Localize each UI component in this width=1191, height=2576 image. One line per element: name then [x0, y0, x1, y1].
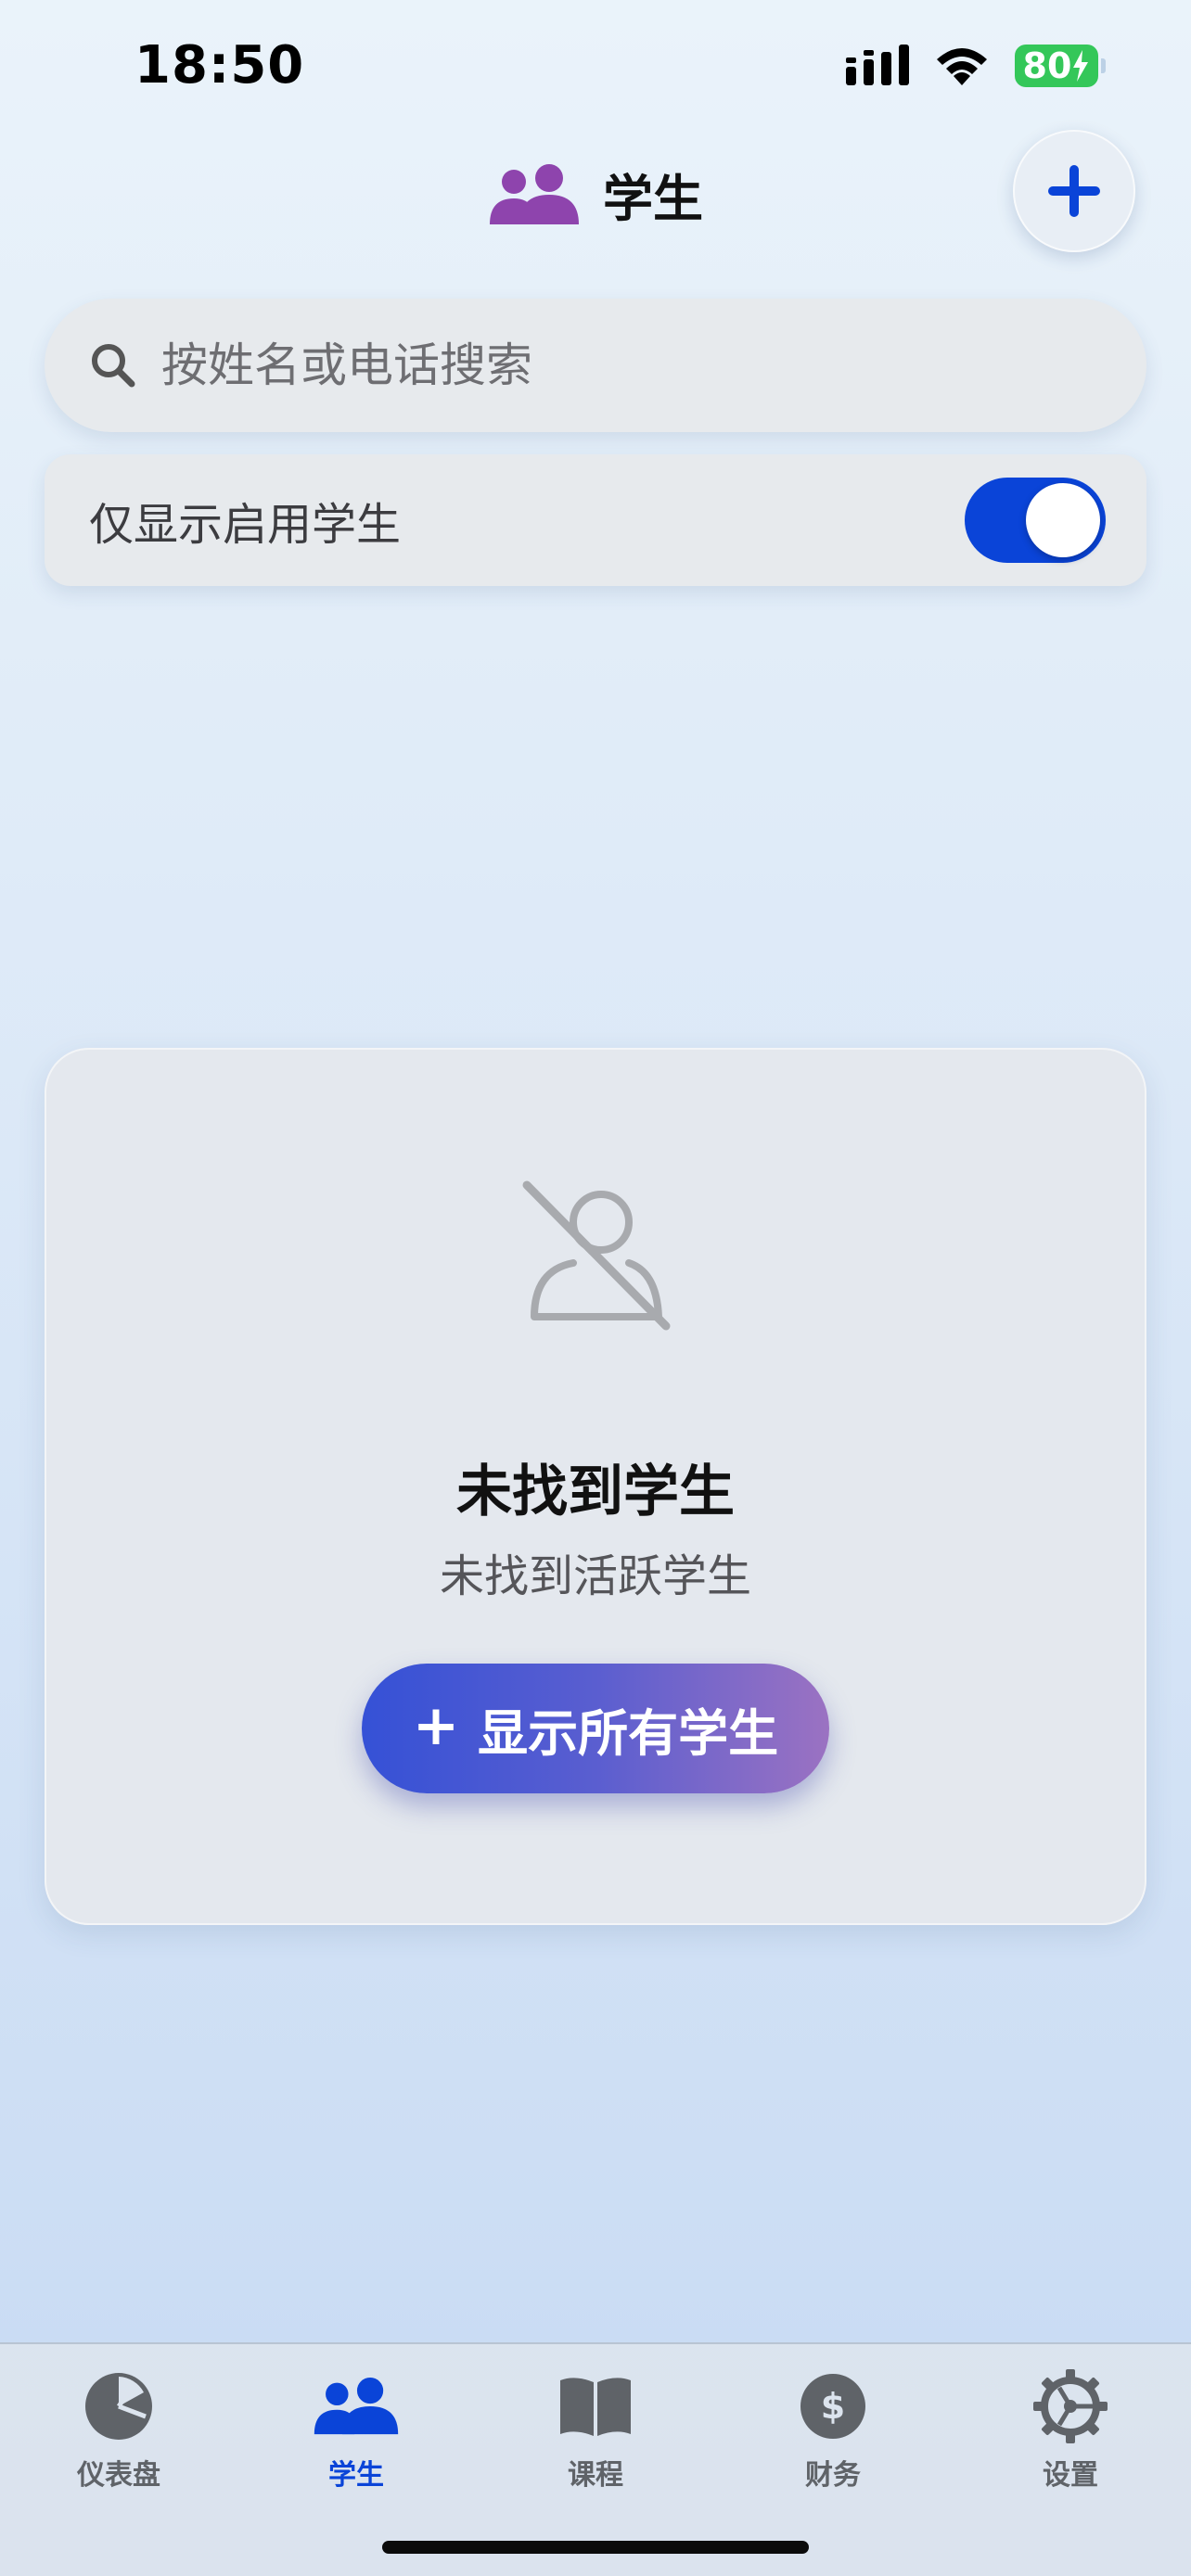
active-filter-label: 仅显示启用学生: [89, 499, 402, 551]
search-icon: [92, 344, 135, 388]
active-filter-row: 仅显示启用学生: [45, 454, 1146, 586]
status-icons: 80: [846, 45, 1106, 87]
svg-text:$: $: [821, 2386, 845, 2427]
people-icon: [490, 163, 579, 224]
plus-icon: +: [412, 1693, 460, 1758]
status-time: 18:50: [134, 35, 305, 96]
show-all-students-label: 显示所有学生: [478, 1703, 779, 1763]
plus-icon: [1048, 165, 1100, 217]
empty-state-subtitle: 未找到活跃学生: [439, 1550, 751, 1602]
tab-courses[interactable]: 课程: [503, 2365, 688, 2493]
battery-level: 80: [1022, 45, 1072, 86]
tab-students[interactable]: 学生: [263, 2365, 449, 2493]
tab-finance[interactable]: $ 财务: [740, 2365, 926, 2493]
empty-state-title: 未找到学生: [456, 1460, 735, 1524]
tab-label: 学生: [328, 2459, 384, 2492]
search-input[interactable]: [161, 338, 1089, 392]
cellular-signal-icon: [846, 45, 909, 85]
tab-dashboard[interactable]: 仪表盘: [26, 2365, 211, 2493]
person-slash-icon: [522, 1180, 671, 1331]
book-icon: [560, 2378, 631, 2436]
home-indicator: [382, 2541, 809, 2554]
tab-label: 课程: [568, 2459, 623, 2492]
empty-state-card: 未找到学生 未找到活跃学生 + 显示所有学生: [45, 1048, 1146, 1925]
tab-label: 设置: [1043, 2459, 1098, 2492]
charging-bolt-icon: [1073, 50, 1089, 82]
people-icon: [314, 2377, 399, 2435]
pie-chart-icon: [85, 2373, 152, 2440]
tab-label: 财务: [805, 2459, 861, 2492]
page-title: 学生: [603, 170, 703, 228]
add-student-button[interactable]: [1013, 130, 1135, 252]
battery-indicator: 80: [1015, 45, 1106, 87]
wifi-icon: [937, 48, 987, 85]
tab-settings[interactable]: 设置: [978, 2365, 1163, 2493]
status-bar: 18:50 80: [0, 0, 1191, 139]
search-bar[interactable]: [45, 299, 1146, 432]
toggle-knob: [1026, 483, 1100, 557]
show-all-students-button[interactable]: + 显示所有学生: [362, 1664, 829, 1793]
dollar-icon: $: [800, 2374, 865, 2439]
tab-label: 仪表盘: [77, 2459, 160, 2492]
gear-icon: [1033, 2369, 1108, 2443]
active-filter-toggle[interactable]: [965, 478, 1106, 563]
header: 学生: [0, 130, 1191, 260]
